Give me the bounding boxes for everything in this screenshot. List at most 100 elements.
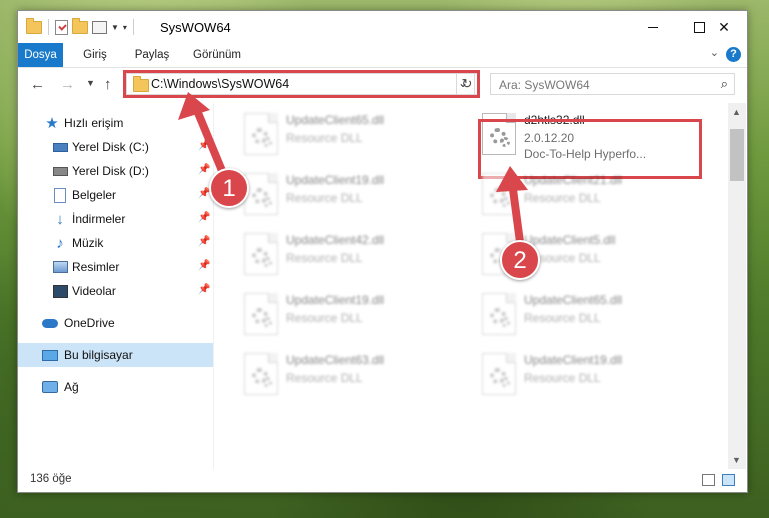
- sidebar-item-videos[interactable]: Videolar 📌: [18, 279, 213, 303]
- customize-toolbar-icon[interactable]: ▾: [123, 23, 127, 32]
- ribbon-tabs: Dosya Giriş Paylaş Görünüm ⌄ ?: [18, 43, 747, 68]
- file-type: Resource DLL: [286, 371, 363, 385]
- pictures-icon: [52, 259, 68, 275]
- sidebar-item-label: Hızlı erişim: [64, 116, 124, 130]
- star-icon: ★: [45, 115, 59, 132]
- search-icon[interactable]: ⌕: [721, 76, 728, 92]
- file-type: Resource DLL: [286, 311, 363, 325]
- list-item[interactable]: UpdateClient63.dll Resource DLL: [238, 349, 458, 399]
- list-item[interactable]: UpdateClient19.dll Resource DLL: [238, 289, 458, 339]
- quick-access-toolbar: ▼ ▾: [26, 17, 136, 35]
- item-count: 136 öğe: [30, 473, 72, 485]
- title-bar: ▼ ▾ SysWOW64 ✕: [18, 11, 747, 43]
- dll-file-icon: [482, 173, 516, 215]
- pin-icon[interactable]: 📌: [198, 284, 210, 295]
- file-name: UpdateClient65.dll: [286, 113, 385, 127]
- sidebar-item-downloads[interactable]: ↓ İndirmeler 📌: [18, 207, 213, 231]
- file-name: UpdateClient65.dll: [524, 293, 623, 307]
- tab-view[interactable]: Görünüm: [188, 43, 246, 67]
- properties-icon[interactable]: [92, 20, 107, 34]
- dll-file-icon: [244, 353, 278, 395]
- file-type: Resource DLL: [286, 251, 363, 265]
- file-type: Resource DLL: [524, 311, 601, 325]
- navigation-pane: ★ Hızlı erişim Yerel Disk (C:) 📌 Yerel D…: [18, 103, 213, 469]
- pin-icon[interactable]: 📌: [198, 164, 210, 175]
- file-name: UpdateClient19.dll: [286, 293, 385, 307]
- explorer-window: ▼ ▾ SysWOW64 ✕ Dosya Giriş Paylaş Görünü…: [17, 10, 748, 493]
- tab-home[interactable]: Giriş: [78, 43, 112, 67]
- pin-icon[interactable]: 📌: [198, 260, 210, 271]
- window-title: SysWOW64: [160, 20, 231, 35]
- chevron-down-icon[interactable]: ▼: [111, 23, 119, 32]
- pin-icon[interactable]: 📌: [198, 140, 210, 151]
- minimize-button[interactable]: [630, 11, 676, 43]
- dll-file-icon: [244, 113, 278, 155]
- close-button[interactable]: ✕: [701, 11, 747, 43]
- navigation-bar: ← → ▼ ↑ C:\Windows\SysWOW64 ⌄ ↻ Ara: Sys…: [18, 68, 747, 102]
- sidebar-item-pictures[interactable]: Resimler 📌: [18, 255, 213, 279]
- list-item[interactable]: UpdateClient21.dll Resource DLL: [476, 169, 696, 219]
- scrollbar-thumb[interactable]: [730, 129, 744, 181]
- videos-icon: [52, 283, 68, 299]
- dll-file-icon: [244, 233, 278, 275]
- dll-file-icon: [482, 353, 516, 395]
- list-item[interactable]: UpdateClient65.dll Resource DLL: [476, 289, 696, 339]
- folder-icon: [26, 17, 42, 34]
- step-1-badge: 1: [209, 168, 249, 208]
- tab-file[interactable]: Dosya: [18, 43, 63, 67]
- list-item[interactable]: UpdateClient42.dll Resource DLL: [238, 229, 458, 279]
- sidebar-item-documents[interactable]: Belgeler 📌: [18, 183, 213, 207]
- new-folder-icon[interactable]: [72, 17, 88, 34]
- list-item[interactable]: UpdateClient19.dll Resource DLL: [476, 349, 696, 399]
- sidebar-item-label: Yerel Disk (D:): [72, 164, 149, 178]
- dll-file-icon: [482, 293, 516, 335]
- sidebar-item-local-disk-c[interactable]: Yerel Disk (C:) 📌: [18, 135, 213, 159]
- document-icon: [52, 187, 68, 203]
- vertical-scrollbar[interactable]: ▲ ▼: [728, 103, 746, 469]
- file-name: UpdateClient42.dll: [286, 233, 385, 247]
- sidebar-item-music[interactable]: ♪ Müzik 📌: [18, 231, 213, 255]
- recent-locations-icon[interactable]: ▼: [86, 78, 95, 88]
- expand-ribbon-icon[interactable]: ⌄: [710, 46, 719, 59]
- sidebar-item-quick-access[interactable]: ★ Hızlı erişim: [18, 111, 213, 135]
- drive-icon: [52, 163, 68, 179]
- sidebar-item-this-pc[interactable]: Bu bilgisayar: [18, 343, 213, 367]
- sidebar-item-label: Müzik: [72, 236, 104, 250]
- sidebar-item-label: Videolar: [72, 284, 116, 298]
- dll-file-icon: [244, 293, 278, 335]
- details-view-icon[interactable]: [702, 474, 715, 486]
- network-icon: [42, 379, 58, 395]
- forward-arrow-icon[interactable]: →: [60, 76, 75, 93]
- list-item[interactable]: UpdateClient19.dll Resource DLL: [238, 169, 458, 219]
- pin-icon[interactable]: 📌: [198, 236, 210, 247]
- drive-icon: [52, 139, 68, 155]
- large-icons-view-icon[interactable]: [722, 474, 735, 486]
- file-list: UpdateClient65.dll Resource DLL d2htls32…: [214, 103, 728, 469]
- help-icon[interactable]: ?: [726, 47, 741, 62]
- sidebar-item-label: Resimler: [72, 260, 120, 274]
- file-type: Resource DLL: [286, 191, 363, 205]
- close-icon: ✕: [718, 18, 730, 35]
- search-input[interactable]: Ara: SysWOW64 ⌕: [490, 73, 735, 95]
- computer-icon: [42, 347, 58, 363]
- sidebar-item-local-disk-d[interactable]: Yerel Disk (D:) 📌: [18, 159, 213, 183]
- music-icon: ♪: [56, 234, 64, 252]
- up-arrow-icon[interactable]: ↑: [104, 76, 112, 93]
- sidebar-item-label: İndirmeler: [72, 212, 126, 226]
- file-name: UpdateClient21.dll: [524, 173, 623, 187]
- status-bar: 136 öğe: [18, 469, 747, 492]
- sidebar-item-label: Ağ: [64, 380, 79, 394]
- list-item[interactable]: UpdateClient65.dll Resource DLL: [238, 109, 458, 159]
- sidebar-item-onedrive[interactable]: OneDrive: [18, 311, 213, 335]
- properties-check-icon[interactable]: [55, 19, 68, 35]
- sidebar-item-network[interactable]: Ağ: [18, 375, 213, 399]
- step-2-badge: 2: [500, 240, 540, 280]
- back-arrow-icon[interactable]: ←: [30, 76, 45, 93]
- pin-icon[interactable]: 📌: [198, 212, 210, 223]
- file-type: Resource DLL: [286, 131, 363, 145]
- file-type: Resource DLL: [524, 191, 601, 205]
- tab-share[interactable]: Paylaş: [131, 43, 173, 67]
- scroll-down-icon[interactable]: ▼: [732, 455, 741, 465]
- dll-file-icon: [244, 173, 278, 215]
- scroll-up-icon[interactable]: ▲: [732, 107, 741, 117]
